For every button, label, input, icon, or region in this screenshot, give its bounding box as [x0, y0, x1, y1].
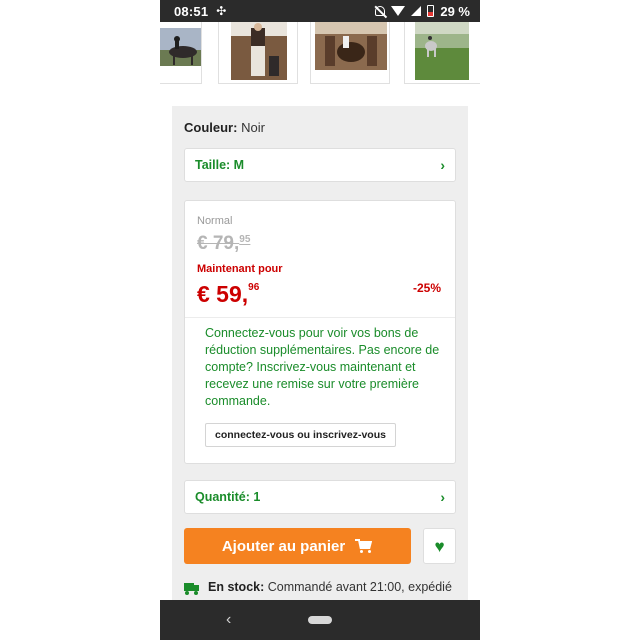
- old-price-main: € 79,: [197, 233, 240, 254]
- login-promo-text: Connectez-vous pour voir vos bons de réd…: [205, 326, 440, 408]
- fan-icon: ✣: [216, 4, 227, 18]
- stock-label: En stock:: [208, 580, 265, 594]
- battery-percent: 29 %: [440, 3, 470, 19]
- status-bar: 08:51 ✣ 29 %: [160, 0, 480, 22]
- old-price-cents: 95: [239, 234, 251, 245]
- divider: [185, 317, 455, 318]
- home-pill-icon[interactable]: [308, 616, 332, 624]
- rider-jumping-thumbnail[interactable]: [160, 22, 202, 84]
- truck-icon: [184, 583, 200, 595]
- horse-stable-thumbnail[interactable]: [310, 22, 390, 84]
- heart-icon: ♥: [434, 536, 445, 556]
- chevron-right-icon: ›: [440, 157, 445, 173]
- discount-badge: -25%: [412, 281, 441, 295]
- size-selector[interactable]: Taille: M ›: [184, 148, 456, 182]
- phone-screen: 08:51 ✣ 29 % Couleur: Noir Taille: M › N…: [160, 0, 480, 640]
- product-options-panel: Couleur: Noir Taille: M › Normal € 79,95…: [172, 106, 468, 606]
- stock-text: Commandé avant 21:00, expédié: [267, 580, 452, 594]
- rider-standing-thumbnail[interactable]: [218, 22, 298, 84]
- horse-arena-thumbnail[interactable]: [404, 22, 480, 84]
- status-time: 08:51: [174, 3, 209, 19]
- color-label: Couleur:: [184, 120, 238, 135]
- sale-price-cents: 96: [248, 282, 260, 293]
- sale-price-label: Maintenant pour: [197, 263, 283, 275]
- sale-price: € 59,96: [197, 281, 259, 308]
- add-to-cart-button[interactable]: Ajouter au panier: [184, 528, 411, 564]
- price-box: Normal € 79,95 Maintenant pour € 59,96 -…: [184, 200, 456, 464]
- wishlist-button[interactable]: ♥: [423, 528, 456, 564]
- add-to-cart-label: Ajouter au panier: [221, 537, 346, 555]
- quantity-selector[interactable]: Quantité: 1 ›: [184, 480, 456, 514]
- shopping-cart-icon: [355, 539, 373, 553]
- back-icon[interactable]: ‹: [226, 611, 231, 629]
- product-image-gallery: [160, 22, 480, 86]
- stock-info: En stock: Commandé avant 21:00, expédié: [208, 580, 452, 594]
- color-value: Noir: [241, 120, 265, 135]
- battery-icon: [427, 5, 435, 17]
- normal-price-label: Normal: [197, 215, 233, 227]
- old-price: € 79,95: [197, 233, 250, 255]
- size-label: Taille: M: [195, 158, 245, 172]
- wifi-icon: [391, 6, 406, 16]
- navigation-bar: ‹: [160, 600, 480, 640]
- signal-icon: [411, 6, 422, 16]
- sale-price-main: € 59,: [197, 281, 249, 307]
- chevron-right-icon: ›: [440, 489, 445, 505]
- status-icons: 29 %: [375, 4, 470, 19]
- bell-off-icon: [375, 6, 386, 16]
- quantity-label: Quantité: 1: [195, 490, 261, 504]
- color-selection: Couleur: Noir: [184, 120, 265, 135]
- stock-status: En stock: Commandé avant 21:00, expédié: [184, 580, 464, 595]
- login-register-button[interactable]: connectez-vous ou inscrivez-vous: [205, 423, 396, 447]
